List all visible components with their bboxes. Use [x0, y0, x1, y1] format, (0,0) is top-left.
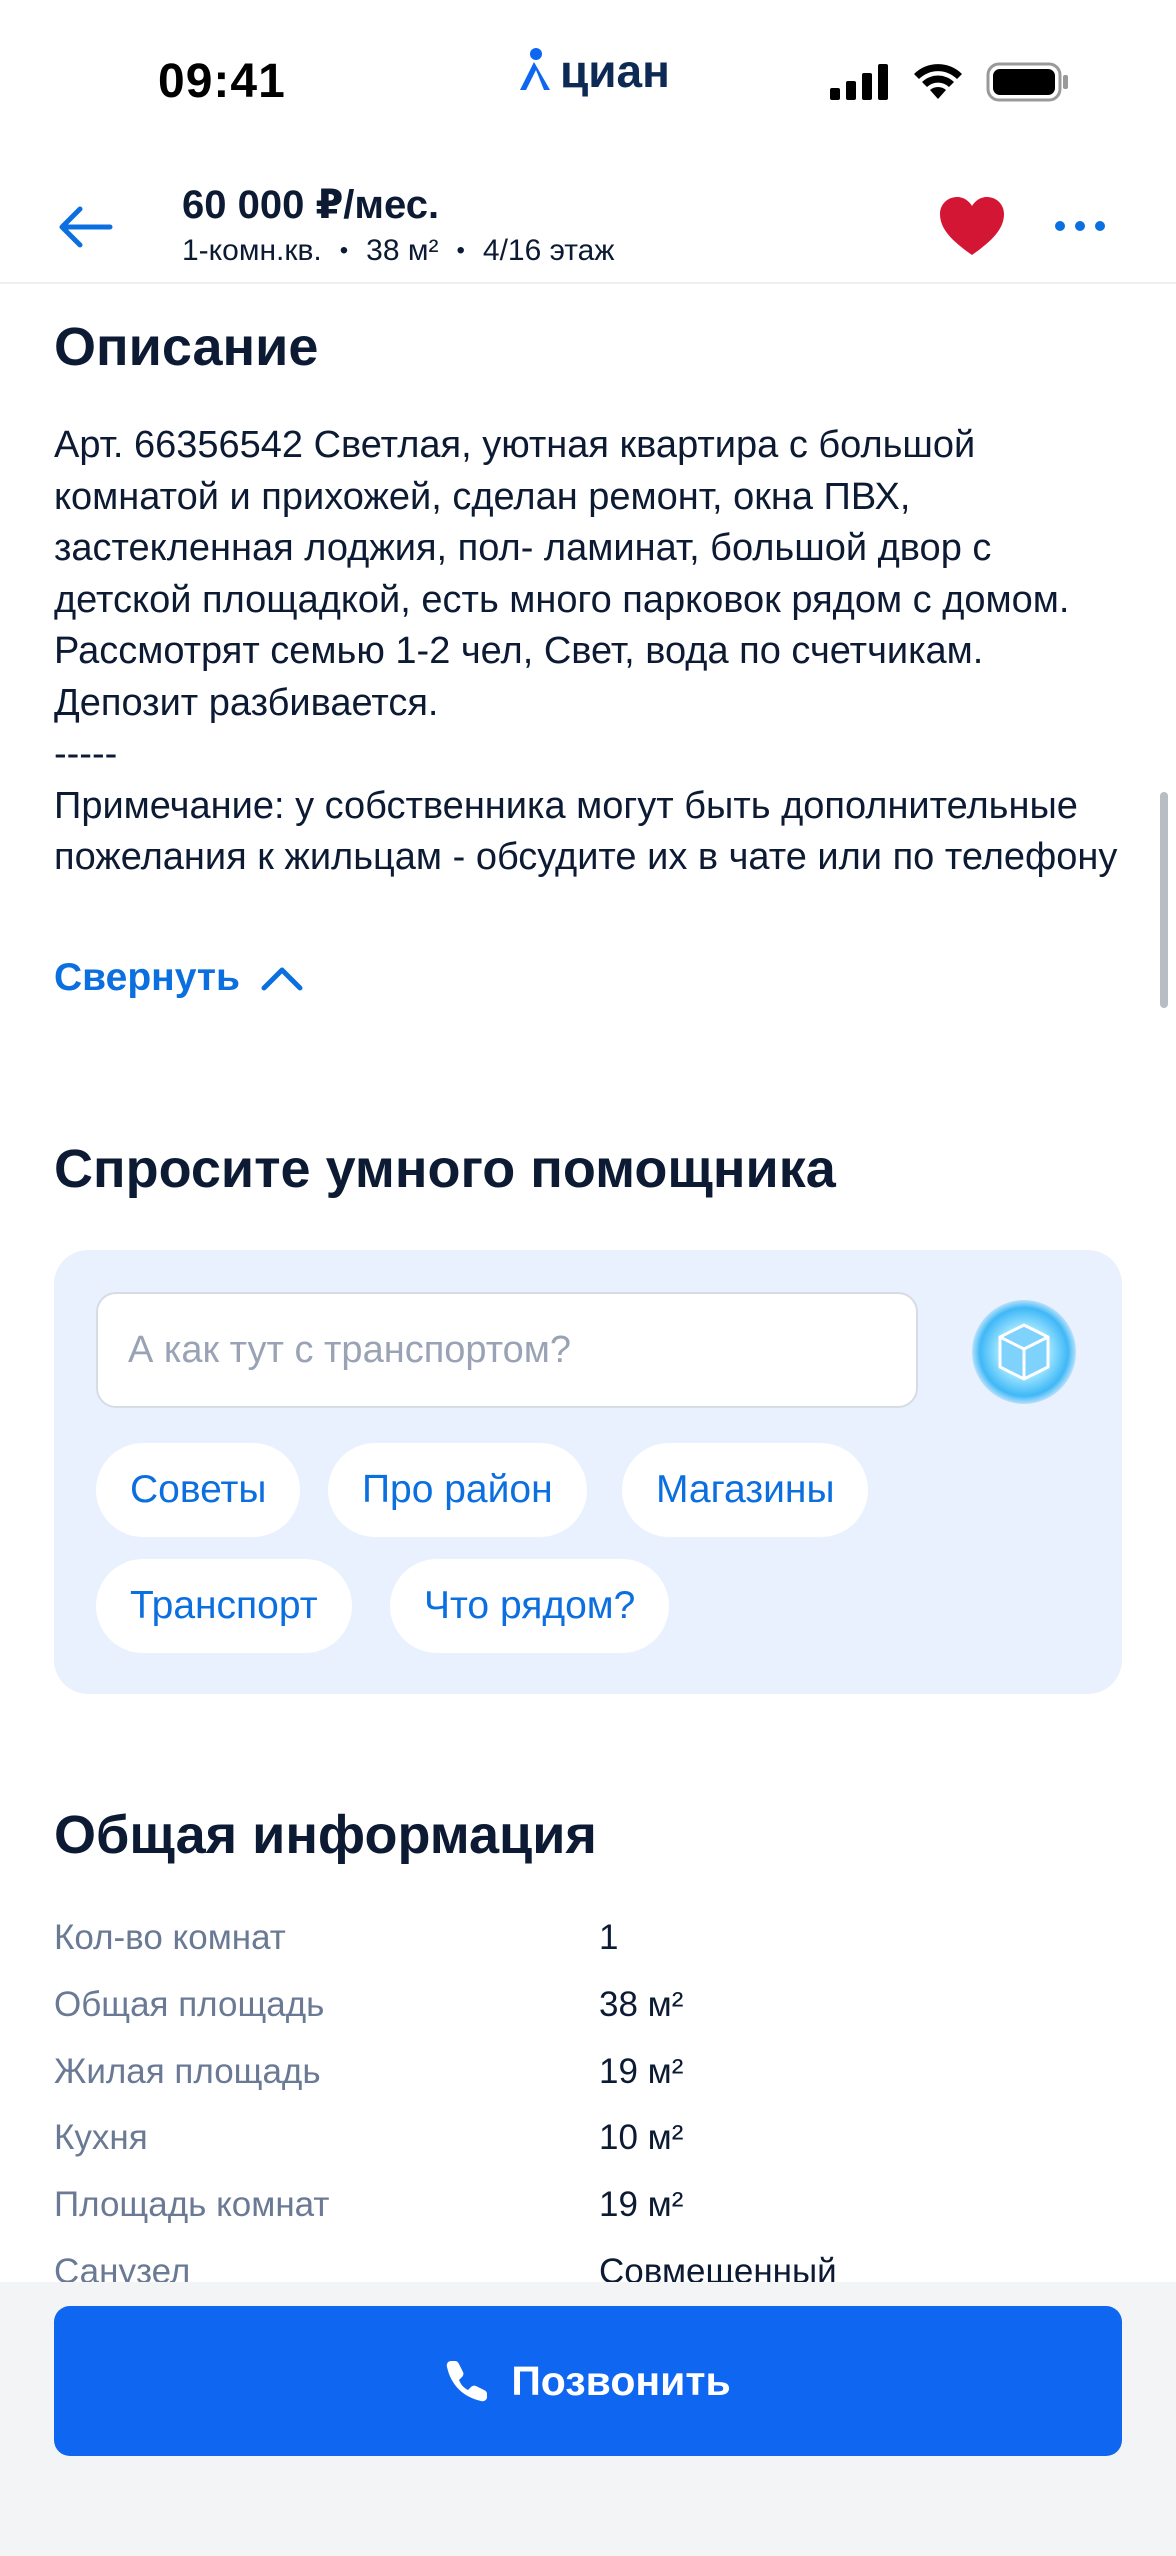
status-bar: 09:41 циан: [0, 0, 1176, 170]
wifi-icon: [914, 64, 962, 99]
general-info-title: Общая информация: [54, 1805, 597, 1865]
favorite-button[interactable]: [934, 188, 1010, 264]
chip-nearby[interactable]: Что рядом?: [390, 1559, 670, 1653]
phone-icon: [447, 2361, 488, 2402]
cian-logo-icon: [520, 48, 550, 90]
home-indicator: [418, 2528, 758, 2540]
bottom-action-bar: Позвонить: [0, 2282, 1176, 2556]
status-icons: [830, 62, 1070, 102]
info-value: 10 м²: [599, 2118, 684, 2157]
info-row-rooms: Кол-во комнат 1: [54, 1918, 1124, 1978]
call-button-label: Позвонить: [511, 2357, 731, 2404]
assistant-question-input[interactable]: А как тут с транспортом?: [96, 1292, 918, 1408]
collapse-link[interactable]: Свернуть: [54, 956, 304, 1000]
status-time: 09:41: [158, 55, 286, 108]
brand-name: циан: [560, 45, 670, 97]
header-floor: 4/16 этаж: [482, 234, 615, 267]
collapse-label: Свернуть: [54, 956, 240, 999]
chip-shops[interactable]: Магазины: [622, 1443, 869, 1537]
info-row-living-area: Жилая площадь 19 м²: [54, 2052, 1124, 2112]
chip-advice[interactable]: Советы: [96, 1443, 301, 1537]
more-options-button[interactable]: [1042, 188, 1118, 264]
chevron-up-icon: [261, 967, 303, 991]
description-text: Арт. 66356542 Светлая, уютная квартира с…: [54, 424, 1118, 878]
chip-transport[interactable]: Транспорт: [96, 1559, 352, 1653]
assistant-title: Спросите умного помощника: [54, 1139, 836, 1199]
header-rooms: 1-комн.кв.: [182, 234, 322, 267]
info-row-total-area: Общая площадь 38 м²: [54, 1985, 1124, 2045]
back-arrow-icon: [59, 206, 113, 248]
info-key: Кол-во комнат: [54, 1918, 286, 1957]
header-area: 38 м²: [366, 234, 439, 267]
info-value: 19 м²: [599, 2185, 684, 2224]
info-key: Общая площадь: [54, 1985, 325, 2024]
signal-icon: [830, 64, 888, 100]
chip-district[interactable]: Про район: [328, 1443, 587, 1537]
listing-header: 60 000 ₽/мес. 1-комн.кв. • 38 м² • 4/16 …: [0, 170, 1176, 284]
description-title: Описание: [54, 317, 319, 377]
header-summary: 1-комн.кв. • 38 м² • 4/16 этаж: [182, 234, 614, 268]
battery-icon: [986, 62, 1068, 102]
more-dots-icon: [1055, 221, 1105, 231]
separator-dot: •: [339, 237, 349, 264]
back-button[interactable]: [50, 192, 120, 262]
scrollbar[interactable]: [1160, 792, 1168, 1008]
separator-dot: •: [456, 237, 465, 264]
call-button[interactable]: Позвонить: [54, 2306, 1122, 2456]
header-price: 60 000 ₽/мес.: [182, 183, 440, 227]
info-value: 1: [599, 1918, 619, 1957]
assistant-card: А как тут с транспортом? Советы Про райо…: [54, 1250, 1122, 1694]
info-key: Площадь комнат: [54, 2185, 330, 2224]
info-key: Кухня: [54, 2118, 148, 2157]
info-value: 19 м²: [599, 2052, 684, 2091]
app-logo: циан: [514, 44, 670, 98]
info-key: Жилая площадь: [54, 2052, 321, 2091]
info-value: 38 м²: [599, 1985, 684, 2024]
heart-icon: [940, 197, 1004, 255]
assistant-cube-icon[interactable]: [972, 1300, 1076, 1404]
info-row-kitchen: Кухня 10 м²: [54, 2118, 1124, 2178]
info-row-rooms-area: Площадь комнат 19 м²: [54, 2185, 1124, 2245]
